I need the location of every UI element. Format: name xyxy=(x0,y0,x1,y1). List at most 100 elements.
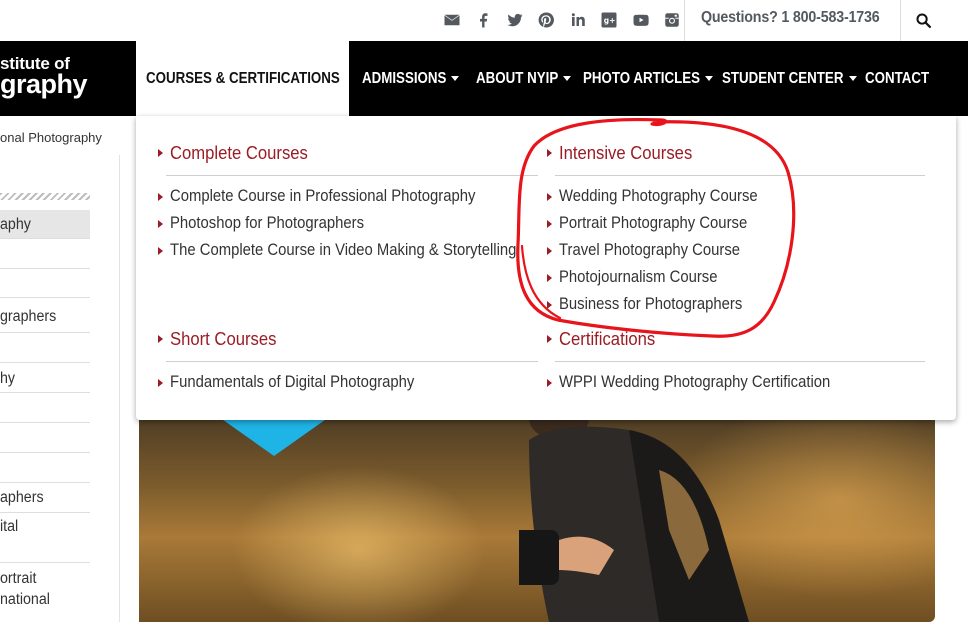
nav-item-label: ABOUT NYIP xyxy=(476,69,559,87)
sidebar-item[interactable] xyxy=(0,393,90,423)
facebook-icon[interactable] xyxy=(468,10,500,30)
menu-link-label: Complete Course in Professional Photogra… xyxy=(170,187,476,205)
caret-down-icon xyxy=(705,76,714,81)
triangle-right-icon xyxy=(547,273,552,282)
menu-heading-label: Short Courses xyxy=(170,328,277,349)
menu-link[interactable]: Photojournalism Course xyxy=(547,268,735,287)
sidebar-item-label: ortrait xyxy=(0,570,37,587)
menu-link-label: Business for Photographers xyxy=(559,295,743,313)
menu-link[interactable]: Wedding Photography Course xyxy=(547,187,780,206)
divider xyxy=(166,361,538,362)
menu-heading-intensive-courses[interactable]: Intensive Courses xyxy=(547,142,707,164)
menu-link[interactable]: Fundamentals of Digital Photography xyxy=(158,373,442,392)
menu-heading-complete-courses[interactable]: Complete Courses xyxy=(158,142,323,164)
site-logo[interactable]: stitute of graphy xyxy=(0,55,88,99)
phone-number[interactable]: Questions? 1 800-583-1736 xyxy=(701,9,880,27)
sidebar-item[interactable] xyxy=(0,453,90,483)
triangle-right-icon xyxy=(547,300,552,309)
logo-line-2: graphy xyxy=(0,69,88,99)
nav-item-label: PHOTO ARTICLES xyxy=(583,69,701,87)
linkedin-icon[interactable] xyxy=(562,10,594,30)
caret-down-icon xyxy=(562,76,571,81)
divider xyxy=(900,0,901,41)
triangle-right-icon xyxy=(547,149,552,157)
triangle-right-icon xyxy=(158,192,163,201)
sidebar-item[interactable] xyxy=(0,269,90,298)
menu-link[interactable]: Photoshop for Photographers xyxy=(158,214,386,233)
triangle-right-icon xyxy=(158,335,163,343)
menu-heading-certifications[interactable]: Certifications xyxy=(547,328,666,350)
triangle-right-icon xyxy=(158,149,163,157)
menu-link-label: Photoshop for Photographers xyxy=(170,214,365,232)
triangle-right-icon xyxy=(547,219,552,228)
pinterest-icon[interactable] xyxy=(531,10,563,30)
sidebar-item[interactable] xyxy=(0,333,90,363)
nav-item-admissions[interactable]: ADMISSIONS xyxy=(362,41,460,116)
utility-bar: g+ Questions? 1 800-583-1736 xyxy=(0,0,968,41)
search-button[interactable] xyxy=(903,0,943,41)
triangle-right-icon xyxy=(158,219,163,228)
menu-link[interactable]: WPPI Wedding Photography Certification xyxy=(547,373,860,392)
menu-link-label: Photojournalism Course xyxy=(559,268,718,286)
menu-link-label: The Complete Course in Video Making & St… xyxy=(170,241,517,259)
google-plus-icon[interactable]: g+ xyxy=(594,10,626,30)
menu-link[interactable]: The Complete Course in Video Making & St… xyxy=(158,241,555,260)
menu-link-label: Travel Photography Course xyxy=(559,241,741,259)
menu-link-label: Wedding Photography Course xyxy=(559,187,758,205)
caret-down-icon xyxy=(849,76,858,81)
menu-heading-label: Complete Courses xyxy=(170,142,308,163)
sidebar-item-label: national xyxy=(0,591,50,608)
triangle-right-icon xyxy=(547,246,552,255)
divider xyxy=(684,0,685,41)
menu-heading-short-courses[interactable]: Short Courses xyxy=(158,328,288,350)
nav-item-label: ADMISSIONS xyxy=(362,69,447,87)
email-icon[interactable] xyxy=(436,10,468,30)
triangle-right-icon xyxy=(547,378,552,387)
divider xyxy=(166,175,538,176)
sidebar-item[interactable]: ital xyxy=(0,513,90,563)
sidebar-item-label: graphers xyxy=(0,308,57,325)
menu-link-label: Fundamentals of Digital Photography xyxy=(170,373,415,391)
divider xyxy=(555,361,925,362)
sidebar-item[interactable]: graphers xyxy=(0,298,90,333)
sidebar-divider xyxy=(0,193,90,200)
menu-link[interactable]: Complete Course in Professional Photogra… xyxy=(158,187,509,206)
nav-item-photo-articles[interactable]: PHOTO ARTICLES xyxy=(583,41,714,116)
sidebar-item[interactable]: aphers xyxy=(0,483,90,513)
triangle-right-icon xyxy=(158,378,163,387)
sidebar-item[interactable]: aphy xyxy=(0,210,90,239)
courses-dropdown-menu: Complete Courses Complete Course in Prof… xyxy=(136,116,956,420)
youtube-icon[interactable] xyxy=(625,10,657,30)
menu-link-label: WPPI Wedding Photography Certification xyxy=(559,373,831,391)
triangle-right-icon xyxy=(547,335,552,343)
photographer-figure xyxy=(519,410,749,622)
nav-item-student-center[interactable]: STUDENT CENTER xyxy=(722,41,858,116)
triangle-right-icon xyxy=(158,246,163,255)
sidebar-item[interactable]: hy xyxy=(0,363,90,393)
twitter-icon[interactable] xyxy=(499,10,531,30)
caret-down-icon xyxy=(451,76,460,81)
divider xyxy=(555,175,925,176)
sidebar-item-label: aphy xyxy=(0,216,31,233)
sidebar-item[interactable]: ortrait national xyxy=(0,563,90,613)
sidebar-item-label: aphers xyxy=(0,489,44,506)
menu-heading-label: Intensive Courses xyxy=(559,142,693,163)
sidebar-item[interactable] xyxy=(0,239,90,269)
svg-text:g+: g+ xyxy=(604,16,616,25)
nav-item-label: COURSES & CERTIFICATIONS xyxy=(146,70,340,87)
social-links: g+ xyxy=(436,10,688,30)
nav-item-contact[interactable]: CONTACT xyxy=(865,41,940,116)
sidebar-item[interactable] xyxy=(0,423,90,453)
nav-item-about-nyip[interactable]: ABOUT NYIP xyxy=(476,41,571,116)
sidebar-item-label: hy xyxy=(0,370,16,387)
nav-item-courses-certifications[interactable]: COURSES & CERTIFICATIONS xyxy=(136,41,349,117)
menu-link[interactable]: Portrait Photography Course xyxy=(547,214,768,233)
search-icon xyxy=(915,13,931,29)
menu-link-label: Portrait Photography Course xyxy=(559,214,748,232)
sidebar-item-label: ital xyxy=(0,518,19,535)
menu-heading-label: Certifications xyxy=(559,328,656,349)
menu-link[interactable]: Travel Photography Course xyxy=(547,241,760,260)
triangle-right-icon xyxy=(547,192,552,201)
menu-link[interactable]: Business for Photographers xyxy=(547,295,763,314)
hero-image xyxy=(139,410,935,622)
